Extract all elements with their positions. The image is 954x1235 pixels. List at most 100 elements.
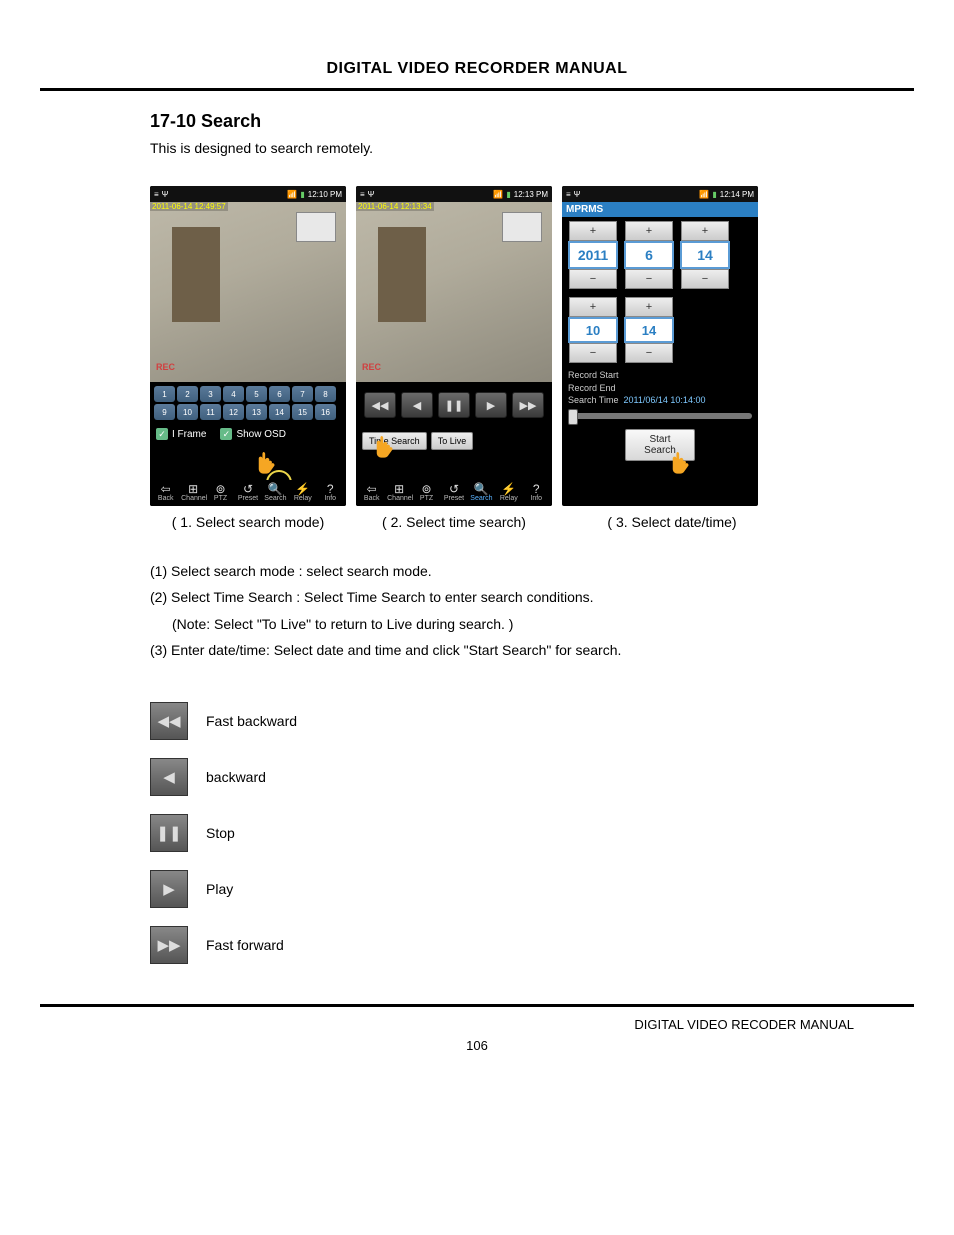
caption-3: ( 3. Select date/time) xyxy=(562,514,782,530)
clock: 12:10 PM xyxy=(308,190,342,199)
search-time-value: 2011/06/14 10:14:00 xyxy=(624,395,706,405)
wifi-icon: 📶 xyxy=(493,190,503,199)
footer-text: DIGITAL VIDEO RECODER MANUAL xyxy=(40,1017,854,1032)
channel-button[interactable]: 2 xyxy=(177,386,198,402)
search-icon: 🔍 xyxy=(263,483,287,495)
ptz-icon: ⊚ xyxy=(415,483,439,495)
backward-button[interactable]: ◀ xyxy=(401,392,433,418)
play-button[interactable]: ▶ xyxy=(475,392,507,418)
toolbar-back[interactable]: ⇦Back xyxy=(154,483,178,502)
toolbar-ptz[interactable]: ⊚PTZ xyxy=(209,483,233,502)
screenshot-2: ≡ Ψ 📶 ▮ 12:13 PM 2011-06-14 12:13:34 REC xyxy=(356,186,552,506)
channel-button[interactable]: 7 xyxy=(292,386,313,402)
stop-button[interactable]: ❚❚ xyxy=(438,392,470,418)
day-spinner: 14 xyxy=(680,221,730,289)
toolbar-channel[interactable]: ⊞Channel xyxy=(387,483,411,502)
year-plus-button[interactable] xyxy=(569,221,617,241)
channel-button[interactable]: 3 xyxy=(200,386,221,402)
minute-value: 14 xyxy=(624,317,674,343)
toolbar-back[interactable]: ⇦Back xyxy=(360,483,384,502)
legend-row: ▶▶ Fast forward xyxy=(150,926,874,964)
page-header: DIGITAL VIDEO RECORDER MANUAL xyxy=(40,60,914,78)
month-minus-button[interactable] xyxy=(625,269,673,289)
channel-button[interactable]: 16 xyxy=(315,404,336,420)
channel-button[interactable]: 6 xyxy=(269,386,290,402)
channel-button[interactable]: 9 xyxy=(154,404,175,420)
toolbar-ptz[interactable]: ⊚PTZ xyxy=(415,483,439,502)
minute-plus-button[interactable] xyxy=(625,297,673,317)
fast-forward-icon: ▶▶ xyxy=(150,926,188,964)
channel-button[interactable]: 12 xyxy=(223,404,244,420)
toolbar-search[interactable]: 🔍Search xyxy=(469,483,493,502)
hour-plus-button[interactable] xyxy=(569,297,617,317)
grid-icon: ⊞ xyxy=(181,483,205,495)
screenshot-3: ≡ Ψ 📶 ▮ 12:14 PM MPRMS 2011 xyxy=(562,186,758,506)
icon-legend: ◀◀ Fast backward ◀ backward ❚❚ Stop ▶ Pl… xyxy=(150,702,874,964)
channel-button[interactable]: 8 xyxy=(315,386,336,402)
page: DIGITAL VIDEO RECORDER MANUAL 17-10 Sear… xyxy=(0,0,954,1083)
fast-forward-button[interactable]: ▶▶ xyxy=(512,392,544,418)
playback-controls: ◀◀ ◀ ❚❚ ▶ ▶▶ xyxy=(356,382,552,428)
toolbar-info[interactable]: ?Info xyxy=(318,483,342,502)
channel-button[interactable]: 11 xyxy=(200,404,221,420)
intro-text: This is designed to search remotely. xyxy=(150,140,874,156)
fast-backward-icon: ◀◀ xyxy=(150,702,188,740)
time-slider[interactable] xyxy=(568,413,752,419)
toolbar-relay[interactable]: ⚡Relay xyxy=(291,483,315,502)
legend-label: Fast backward xyxy=(206,713,297,729)
toolbar-preset[interactable]: ↺Preset xyxy=(442,483,466,502)
legend-row: ❚❚ Stop xyxy=(150,814,874,852)
search-time-label: Search Time xyxy=(568,395,619,405)
content-area: 17-10 Search This is designed to search … xyxy=(150,111,874,964)
usb-icon: Ψ xyxy=(574,190,581,199)
record-info: Record Start Record End Search Time 2011… xyxy=(562,367,758,409)
status-bar: ≡ Ψ 📶 ▮ 12:10 PM xyxy=(150,186,346,202)
info-icon: ? xyxy=(524,483,548,495)
screenshot-1: ≡ Ψ 📶 ▮ 12:10 PM 2011-06-14 12:49:57 REC xyxy=(150,186,346,506)
time-spinner-row: 10 14 xyxy=(562,293,758,367)
page-number: 106 xyxy=(40,1038,914,1053)
day-plus-button[interactable] xyxy=(681,221,729,241)
cctv-view: 2011-06-14 12:13:34 REC xyxy=(356,202,552,382)
toolbar-search[interactable]: 🔍Search xyxy=(263,483,287,502)
channel-button[interactable]: 15 xyxy=(292,404,313,420)
info-icon: ? xyxy=(318,483,342,495)
to-live-button[interactable]: To Live xyxy=(431,432,474,450)
search-icon: 🔍 xyxy=(469,483,493,495)
step-3: (3) Enter date/time: Select date and tim… xyxy=(150,639,874,661)
channel-button[interactable]: 13 xyxy=(246,404,267,420)
clock: 12:13 PM xyxy=(514,190,548,199)
minute-minus-button[interactable] xyxy=(625,343,673,363)
legend-row: ◀◀ Fast backward xyxy=(150,702,874,740)
osd-checkbox[interactable]: ✓ xyxy=(220,428,232,440)
channel-button[interactable]: 10 xyxy=(177,404,198,420)
toolbar-info[interactable]: ?Info xyxy=(524,483,548,502)
wifi-icon: 📶 xyxy=(699,190,709,199)
hand-cursor-icon xyxy=(256,450,278,476)
cctv-timestamp: 2011-06-14 12:49:57 xyxy=(150,202,228,211)
toolbar-preset[interactable]: ↺Preset xyxy=(236,483,260,502)
grid-icon: ⊞ xyxy=(387,483,411,495)
year-minus-button[interactable] xyxy=(569,269,617,289)
channel-button[interactable]: 5 xyxy=(246,386,267,402)
iframe-label: I Frame xyxy=(172,429,206,440)
channel-button[interactable]: 14 xyxy=(269,404,290,420)
channel-button[interactable]: 1 xyxy=(154,386,175,402)
channel-button[interactable]: 4 xyxy=(223,386,244,402)
day-minus-button[interactable] xyxy=(681,269,729,289)
caption-1: ( 1. Select search mode) xyxy=(150,514,346,530)
toolbar-channel[interactable]: ⊞Channel xyxy=(181,483,205,502)
stop-icon: ❚❚ xyxy=(150,814,188,852)
slider-thumb[interactable] xyxy=(568,409,578,425)
iframe-checkbox[interactable]: ✓ xyxy=(156,428,168,440)
poster-shape xyxy=(502,212,542,242)
bottom-toolbar: ⇦Back ⊞Channel ⊚PTZ ↺Preset 🔍Search ⚡Rel… xyxy=(150,480,346,506)
toolbar-relay[interactable]: ⚡Relay xyxy=(497,483,521,502)
hour-minus-button[interactable] xyxy=(569,343,617,363)
divider-top xyxy=(40,88,914,91)
checkbox-row: ✓ I Frame ✓ Show OSD xyxy=(150,424,346,444)
fast-backward-button[interactable]: ◀◀ xyxy=(364,392,396,418)
month-plus-button[interactable] xyxy=(625,221,673,241)
step-2-note: (Note: Select "To Live" to return to Liv… xyxy=(172,613,874,635)
backward-icon: ◀ xyxy=(150,758,188,796)
